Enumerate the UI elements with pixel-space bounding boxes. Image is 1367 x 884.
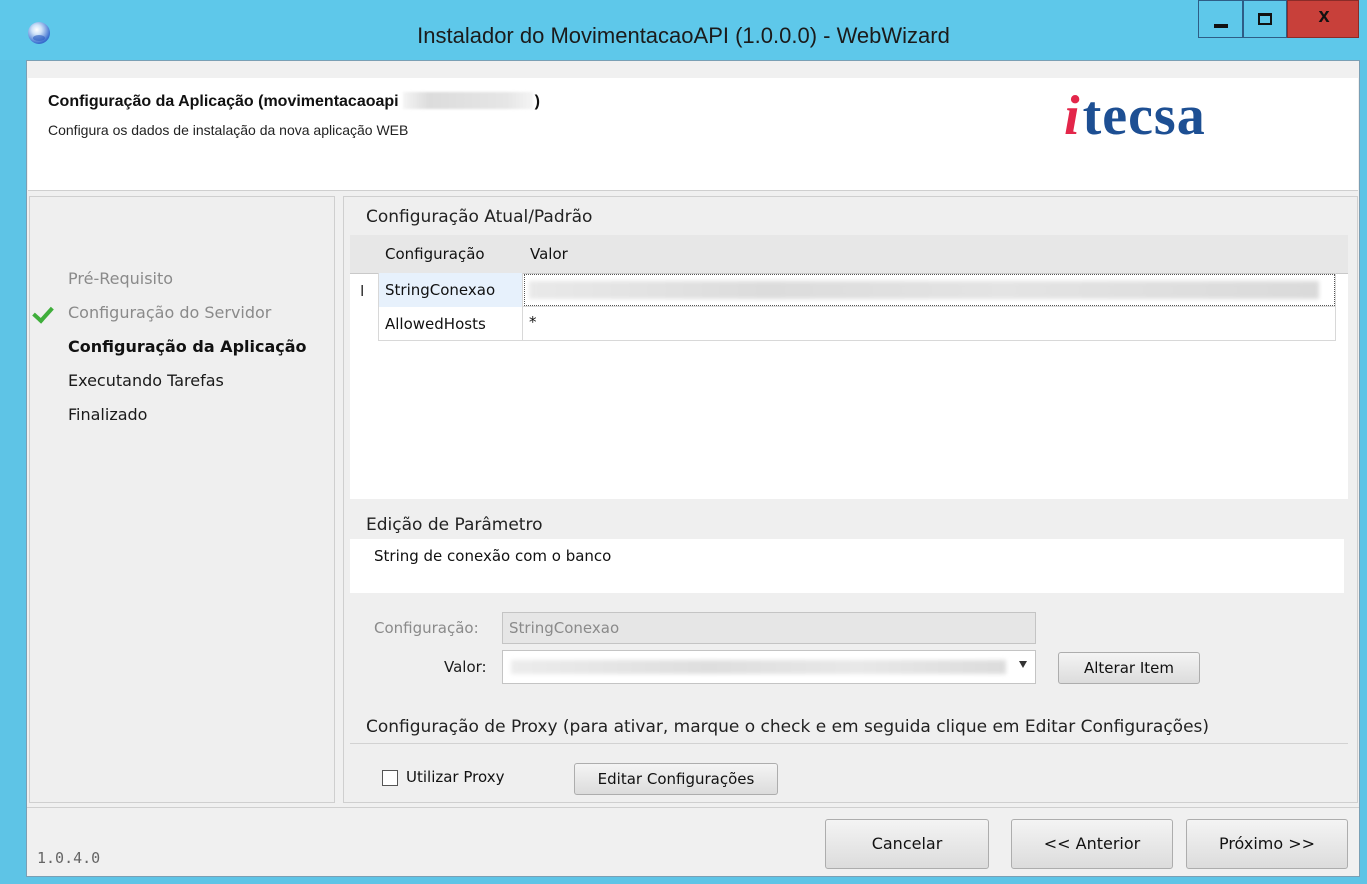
step-configuracao-servidor: Configuração do Servidor: [68, 303, 272, 322]
value-combobox[interactable]: [502, 650, 1036, 684]
maximize-icon: [1258, 13, 1272, 25]
previous-button[interactable]: << Anterior: [1011, 819, 1173, 869]
redacted-value: [529, 281, 1319, 299]
table-row-allowedhosts[interactable]: AllowedHosts *: [378, 307, 1336, 341]
cell-config-value[interactable]: [523, 273, 1336, 307]
value-field-label: Valor:: [444, 658, 487, 676]
step-executando-tarefas: Executando Tarefas: [68, 371, 224, 390]
column-header-configuracao[interactable]: Configuração: [385, 245, 485, 263]
maximize-button[interactable]: [1243, 0, 1287, 38]
config-name-field: StringConexao: [502, 612, 1036, 644]
check-icon: [32, 301, 54, 324]
text-cursor-icon: I: [360, 282, 365, 300]
use-proxy-checkbox[interactable]: [382, 770, 398, 786]
grid-header: Configuração Valor: [350, 235, 1348, 274]
column-header-valor[interactable]: Valor: [530, 245, 568, 263]
footer-divider: [27, 807, 1359, 808]
window-title: Instalador do MovimentacaoAPI (1.0.0.0) …: [417, 23, 950, 48]
cancel-button[interactable]: Cancelar: [825, 819, 989, 869]
wizard-steps-panel: Pré-Requisito Configuração do Servidor C…: [29, 196, 335, 803]
itecsa-logo: itecsa: [1064, 84, 1206, 148]
version-label: 1.0.4.0: [37, 849, 101, 867]
proxy-divider: [350, 743, 1348, 744]
config-field-label: Configuração:: [374, 619, 479, 637]
edit-section-title: Edição de Parâmetro: [366, 515, 543, 535]
use-proxy-label[interactable]: Utilizar Proxy: [406, 768, 504, 786]
cell-config-name[interactable]: StringConexao: [378, 273, 523, 307]
next-button[interactable]: Próximo >>: [1186, 819, 1348, 869]
minimize-icon: [1214, 24, 1228, 28]
cell-config-value[interactable]: *: [523, 307, 1336, 341]
step-pre-requisito: Pré-Requisito: [68, 269, 174, 288]
close-button[interactable]: x: [1287, 0, 1359, 38]
proxy-section-title: Configuração de Proxy (para ativar, marq…: [366, 717, 1210, 737]
alterar-item-button[interactable]: Alterar Item: [1058, 652, 1200, 684]
redacted-combo-value: [511, 660, 1006, 674]
page-subtitle: Configura os dados de instalação da nova…: [48, 122, 409, 138]
step-configuracao-aplicacao: Configuração da Aplicação: [68, 337, 307, 356]
table-row-stringconexao[interactable]: StringConexao: [378, 273, 1336, 307]
minimize-button[interactable]: [1198, 0, 1243, 38]
close-icon: x: [1318, 5, 1330, 27]
logo-i: i: [1064, 85, 1081, 147]
page-title-suffix: ): [534, 93, 540, 110]
chevron-down-icon[interactable]: [1019, 661, 1027, 668]
wizard-window: Configuração da Aplicação (movimentacaoa…: [26, 60, 1360, 877]
editar-configuracoes-button[interactable]: Editar Configurações: [574, 763, 778, 795]
title-bar[interactable]: Instalador do MovimentacaoAPI (1.0.0.0) …: [0, 0, 1367, 60]
config-section-title: Configuração Atual/Padrão: [366, 207, 593, 227]
config-grid[interactable]: Configuração Valor I StringConexao Allow…: [350, 235, 1348, 499]
parameter-description-box: String de conexão com o banco: [350, 539, 1344, 593]
content-panel: Configuração Atual/Padrão Configuração V…: [343, 196, 1358, 803]
step-finalizado: Finalizado: [68, 405, 148, 424]
redacted-app-name: [402, 92, 533, 109]
logo-text: tecsa: [1082, 85, 1206, 147]
cell-config-name[interactable]: AllowedHosts: [378, 307, 523, 341]
page-title: Configuração da Aplicação (movimentacaoa…: [48, 92, 540, 111]
page-title-text: Configuração da Aplicação (movimentacaoa…: [48, 93, 399, 110]
wizard-header: Configuração da Aplicação (movimentacaoa…: [28, 78, 1358, 191]
parameter-description: String de conexão com o banco: [374, 547, 612, 565]
row-indicator: I: [350, 273, 378, 345]
